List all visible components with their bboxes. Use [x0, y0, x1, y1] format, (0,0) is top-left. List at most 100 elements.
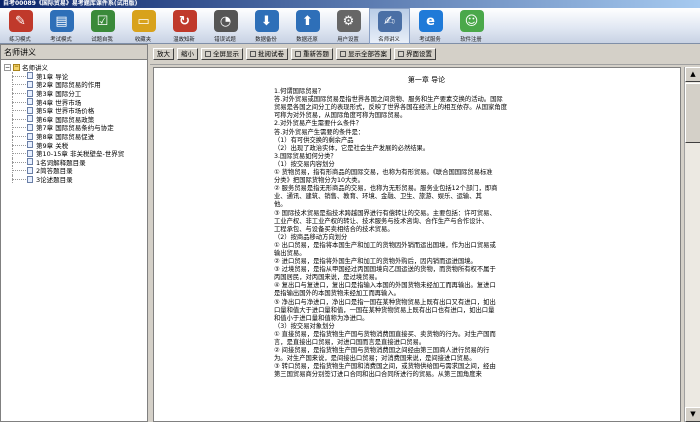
text-line: 分类》把国际货物分为10大类。 — [274, 177, 364, 185]
favorites-button[interactable]: ▭ 收藏夹 — [123, 8, 164, 44]
ie-browser-icon: e — [418, 10, 443, 32]
zoom-in-button[interactable]: 放大 — [153, 48, 174, 60]
text-line: 言，是直接出口贸易，对进口国而言是直接进口贸易。 — [274, 339, 426, 346]
zoom-out-button[interactable]: 缩小 — [177, 48, 198, 60]
document-icon — [27, 132, 33, 140]
document-view[interactable]: 第一章 导论 1.何谓国际贸易？ 答.对外贸易或国际贸易是指世界各国之间货物、服务… — [153, 67, 681, 422]
scroll-thumb[interactable] — [685, 83, 700, 143]
ui-settings-label: 界面设置 — [406, 50, 432, 58]
fullscreen-icon — [205, 51, 211, 57]
document-icon — [27, 175, 33, 183]
user-settings-button[interactable]: ⚙ 用户设置 — [328, 8, 369, 44]
text-line: 他。 — [274, 201, 287, 209]
show-all-answers-label: 显示全部答案 — [348, 50, 387, 58]
practice-mode-label: 练习模式 — [9, 36, 32, 43]
document-icon — [27, 115, 33, 123]
annotate-label: 批阅试卷 — [258, 50, 284, 58]
exam-mode-label: 考试模式 — [50, 36, 73, 43]
text-line: ② 进口贸易，是指将外国生产和加工的货物外购后，因内销而运进国境。 — [274, 258, 477, 266]
book-icon — [13, 63, 20, 71]
data-backup-label: 数据备份 — [255, 36, 278, 43]
tree-item-label: 3论述题目录 — [36, 176, 73, 185]
checklist-icon: ☑ — [90, 10, 115, 32]
refresh-icon: ↻ — [172, 10, 197, 32]
restore-disk-icon: ⬆ — [295, 10, 320, 32]
famous-teacher-button[interactable]: ✍ 名师讲义 — [369, 8, 410, 44]
document-icon — [27, 123, 33, 131]
famous-teacher-label: 名师讲义 — [378, 36, 401, 43]
text-line: 答.对外贸易产生需要的条件是： — [274, 128, 365, 136]
favorites-label: 收藏夹 — [135, 36, 152, 43]
text-line: （2）出现了政治实体，它是社会生产发展的必然结果。 — [274, 144, 430, 152]
software-register-label: 软件注册 — [460, 36, 483, 43]
vertical-scrollbar[interactable]: ▲ ▼ — [684, 67, 700, 422]
text-line: 输出贸易。 — [274, 249, 306, 257]
text-line: （3）按交易对象划分 — [274, 322, 335, 330]
tree-root[interactable]: − 名师讲义 — [4, 63, 147, 72]
text-line: 工业产权、非工业产权的转让、技术服务与技术咨询、合作生产与合作设计、 — [274, 217, 489, 225]
notebook-pen-icon: ✍ — [377, 11, 402, 32]
text-line: 1.何谓国际贸易？ — [274, 88, 325, 96]
text-line: （2）按商品移动方向划分 — [274, 233, 348, 241]
main-panel: 放大 缩小 全屏显示 批阅试卷 重新答题 显示全部答案 界面设置 第一章 导论 1.何谓国际… — [150, 44, 700, 422]
text-line: （1）有可供交换的剩余产品 — [274, 136, 354, 144]
ui-settings-button[interactable]: 界面设置 — [394, 48, 436, 60]
exam-service-button[interactable]: e 考试服务 — [410, 8, 451, 44]
ui-settings-icon — [398, 51, 404, 57]
document-icon — [27, 141, 33, 149]
text-line: 是指输出国外的本国货物未经加工而再输入。 — [274, 290, 400, 298]
exam-service-label: 考试服务 — [419, 36, 442, 43]
lecture-text: 第一章 导论 1.何谓国际贸易？ 答.对外贸易或国际贸易是指世界各国之间货物、服务… — [274, 76, 579, 379]
text-line: 工程承包、与设备买卖相结合的技术贸易。 — [274, 225, 394, 233]
reset-question-button[interactable]: 重新答题 — [291, 48, 333, 60]
document-icon — [27, 72, 33, 80]
exam-mode-button[interactable]: ▤ 考试模式 — [41, 8, 82, 44]
sidebar-header: 名师讲义 — [1, 45, 147, 60]
document-icon — [27, 106, 33, 114]
text-line: 口量和值大于进口量和值，一国在某种货物贸易上既有出口也有进口，如出口量 — [274, 306, 495, 314]
zoom-out-label: 缩小 — [181, 50, 194, 58]
text-line: ③ 国际技术贸易是指技术跨越国界进行有偿转让的交易。主要包括：许可贸易、 — [274, 209, 496, 217]
tree-item[interactable]: 2简答题目录 — [4, 166, 147, 175]
chapter-title: 第一章 导论 — [407, 76, 446, 84]
exam-sheet-icon: ▤ — [49, 10, 74, 32]
outline-tree: − 名师讲义 第1章 导论 第2章 国际贸易的作用 第3章 国际分工 第4章 世界市场… — [1, 60, 147, 185]
annotate-button[interactable]: 批阅试卷 — [246, 48, 288, 60]
document-icon — [27, 149, 33, 157]
reset-question-label: 重新答题 — [303, 50, 329, 58]
main-toolbar: ✎ 练习模式 ▤ 考试模式 ☑ 试题自我 ▭ 收藏夹 ↻ 温故知新 ◔ 错误试题 ⬇ 数据备份 ⬆ 数据还原 ⚙… — [0, 8, 700, 44]
pencil-book-icon: ✎ — [8, 10, 33, 32]
text-line: ① 货物贸易，指有形商品的国际交易，也称为有形贸易。《联合国国际贸易标准 — [274, 169, 493, 177]
scroll-down-icon[interactable]: ▼ — [685, 407, 700, 422]
tree-item[interactable]: 3论述题目录 — [4, 174, 147, 185]
text-line: 第三国贸易商分别签订进口合同和出口合同所进行的贸易。从第三国角度来 — [274, 371, 482, 379]
data-backup-button[interactable]: ⬇ 数据备份 — [246, 8, 287, 44]
tree-item[interactable]: 第8章 国际贸易促进 — [4, 131, 147, 141]
text-line: 业、通讯、建筑、销售、教育、环境、金融、卫生、旅游、娱乐、运输、其 — [274, 193, 482, 201]
show-all-answers-icon — [340, 51, 346, 57]
backup-disk-icon: ⬇ — [254, 10, 279, 32]
text-line: 3.国际贸易如何分类？ — [274, 152, 337, 160]
scroll-up-icon[interactable]: ▲ — [685, 67, 700, 82]
review-new-button[interactable]: ↻ 温故知新 — [164, 8, 205, 44]
folder-icon: ▭ — [131, 10, 156, 32]
zoom-in-label: 放大 — [157, 50, 170, 58]
practice-mode-button[interactable]: ✎ 练习模式 — [0, 8, 41, 44]
error-collection-button[interactable]: ◔ 错误试题 — [205, 8, 246, 44]
tree-item[interactable]: 1名词解释题目录 — [4, 157, 147, 167]
text-line: ② 间接贸易，是指货物生产国与货物消费国之间经由第三国商人进行贸易的行 — [274, 347, 490, 355]
show-all-answers-button[interactable]: 显示全部答案 — [336, 48, 391, 60]
user-settings-label: 用户设置 — [337, 36, 360, 43]
document-icon — [27, 98, 33, 106]
data-restore-label: 数据还原 — [296, 36, 319, 43]
fullscreen-label: 全屏显示 — [213, 50, 239, 58]
software-register-button[interactable]: ☺ 软件注册 — [451, 8, 492, 44]
test-self-label: 试题自我 — [91, 36, 114, 43]
collapse-icon[interactable]: − — [4, 63, 11, 71]
action-bar: 放大 缩小 全屏显示 批阅试卷 重新答题 显示全部答案 界面设置 — [150, 44, 700, 65]
document-icon — [27, 166, 33, 174]
data-restore-button[interactable]: ⬆ 数据还原 — [287, 8, 328, 44]
test-self-button[interactable]: ☑ 试题自我 — [82, 8, 123, 44]
document-icon — [27, 158, 33, 166]
fullscreen-button[interactable]: 全屏显示 — [201, 48, 243, 60]
